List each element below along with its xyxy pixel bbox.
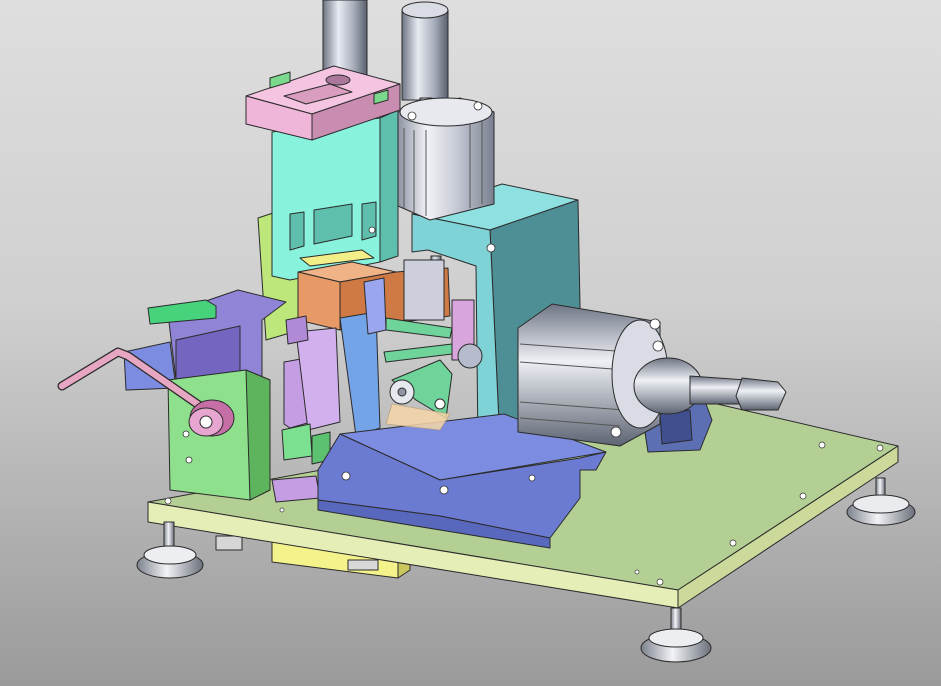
crank-hub bbox=[188, 399, 235, 437]
leveling-foot-front-left bbox=[136, 521, 204, 579]
green-small-parts bbox=[281, 423, 331, 465]
cad-viewport[interactable] bbox=[0, 0, 941, 686]
machine-assembly-model bbox=[57, 0, 916, 663]
leveling-foot-front-right bbox=[640, 607, 712, 663]
linkage-arm bbox=[383, 317, 453, 419]
